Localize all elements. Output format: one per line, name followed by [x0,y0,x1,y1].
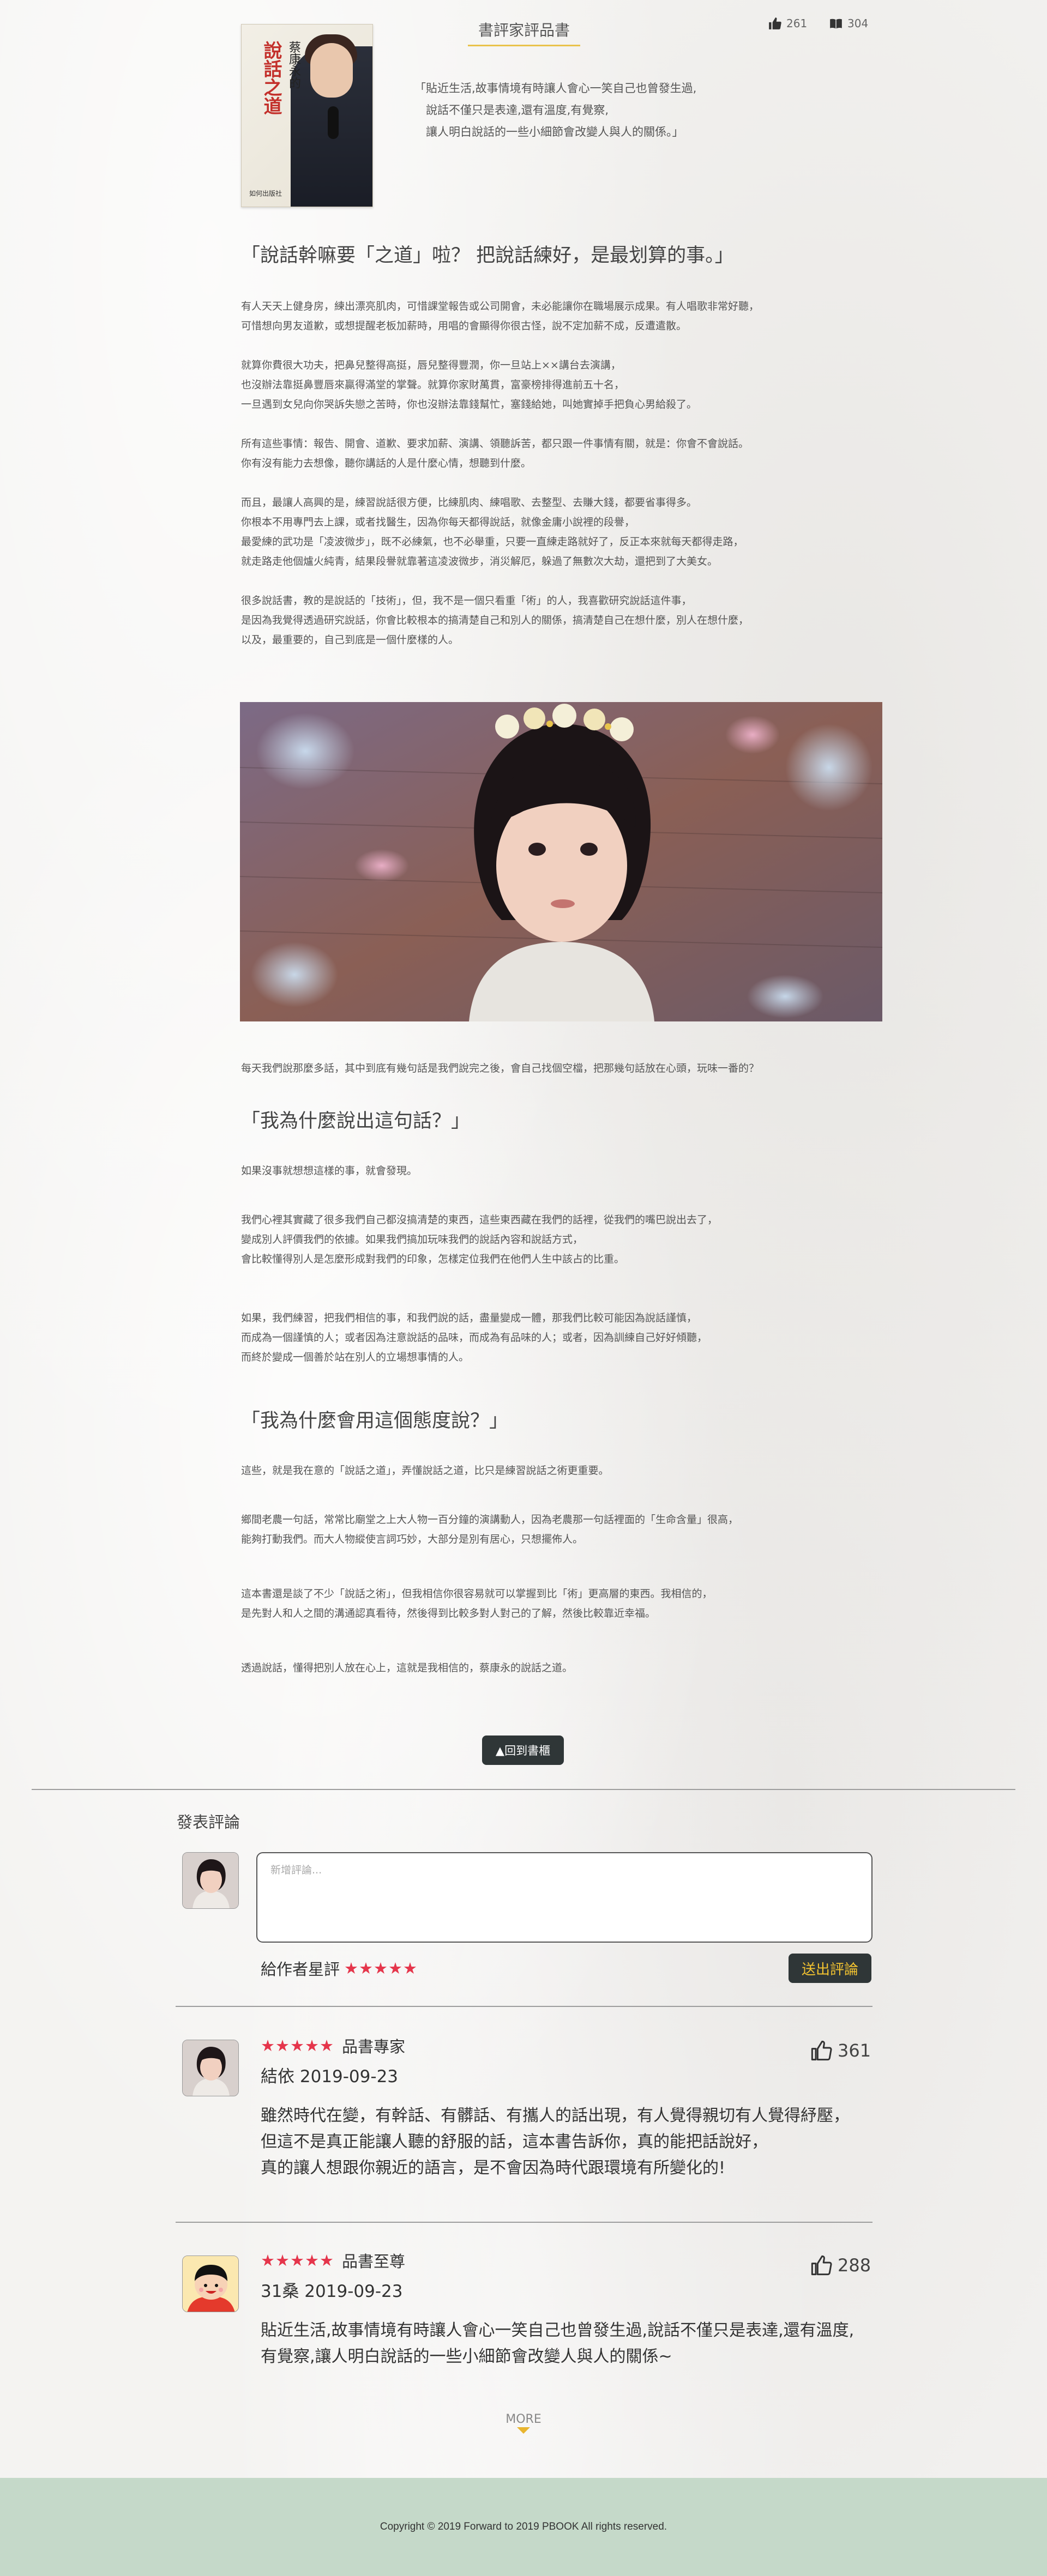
cartoon-avatar-icon [183,2256,238,2312]
microphone-icon [328,106,339,139]
article-paragraph: 這本書還是談了不少「說話之術」，但我相信你很容易就可以掌握到比「術」更高層的東西… [241,1588,713,1619]
comment-divider [176,2006,872,2007]
article-heading-1: 「說話幹嘛要「之道」啦？ 把說話練好，是最划算的事。」 [241,245,734,267]
girl-with-flower-crown-image [240,702,882,1021]
review-body: 雖然時代在變，有幹話、有髒話、有攜人的話出現，有人覺得親切有人覺得紓壓， 但這不… [261,2106,850,2178]
article-paragraph: 我們心裡其實藏了很多我們自己都沒搞清楚的東西，這些東西藏在我們的話裡，從我們的嘴… [241,1214,718,1265]
open-book-icon [830,19,842,29]
section-divider [32,1789,1015,1790]
cover-publisher: 如何出版社 [249,190,282,197]
reviewer-avatar [182,2255,239,2312]
article-heading-3: 「我為什麼會用這個態度說？」 [241,1410,509,1432]
article-paragraph: 鄉間老農一句話，常常比廟堂之上大人物一百分鐘的演講動人，因為老農那一句話裡面的「… [241,1514,739,1545]
review-stars: ★★★★★ [261,2251,334,2270]
book-stat[interactable]: 304 [829,16,868,31]
article-photo [240,702,882,1021]
review-divider [176,2222,872,2223]
back-to-shelf-button[interactable]: ▲回到書櫃 [482,1736,564,1765]
like-count: 261 [786,17,808,30]
review-like-button[interactable]: 361 [810,2040,871,2061]
article-paragraph: 如果沒事就想想這樣的事，就會發現。 [241,1165,418,1177]
footer: Copyright © 2019 Forward to 2019 PBOOK A… [0,2478,1047,2576]
book-count: 304 [847,17,869,30]
like-stat[interactable]: 261 [768,16,807,31]
review-header: ★★★★★ 品書專家 [261,2034,405,2057]
article-paragraph: 透過說話，懂得把別人放在心上，這就是我相信的，蔡康永的說話之道。 [241,1662,573,1674]
rating-stars-input[interactable]: ★★★★★ [344,1959,418,1978]
thumbs-up-outline-icon [811,2040,832,2061]
comment-section-title: 發表評論 [177,1813,240,1831]
author-rating-row: 給作者星評 ★★★★★ [261,1957,418,1980]
review-meta: 31桑 2019-09-23 [261,2282,403,2301]
comment-input[interactable] [256,1852,872,1943]
thumbs-up-icon [769,17,781,29]
review-meta: 結依 2019-09-23 [261,2067,399,2087]
article-paragraph: 如果，我們練習，把我們相信的事，和我們說的話，盡量變成一體，那我們比較可能因為說… [241,1312,708,1363]
reviewer-badge: 品書專家 [342,2037,406,2056]
chevron-down-icon [517,2427,530,2434]
reviewer-badge: 品書至尊 [342,2252,406,2271]
article-paragraph: 所有這些事情：報告、開會、道歉、要求加薪、演講、領聽訴苦，都只跟一件事情有關，就… [241,438,749,469]
review-header: ★★★★★ 品書至尊 [261,2249,405,2272]
section-title: 書評家評品書 [468,19,580,46]
review-body: 貼近生活,故事情境有時讓人會心一笑自己也曾發生過,說話不僅只是表達,還有溫度, … [261,2321,855,2366]
cover-author: 蔡康永的 [287,41,300,89]
article-paragraph: 很多說話書，教的是說話的「技術」，但，我不是一個只看重「術」的人，我喜歡研究說話… [241,595,749,646]
intro-quote: 「貼近生活,故事情境有時讓人會心一笑自己也曾發生過, 說話不僅只是表達,還有溫度… [414,82,697,138]
article-paragraph: 而且，最讓人高興的是，練習說話很方便，比練肌肉、練唱歌、去整型、去賺大錢，都要省… [241,497,744,567]
article-paragraph: 有人天天上健身房，練出漂亮肌肉，可惜課堂報告或公司開會，未必能讓你在職場展示成果… [241,300,760,332]
more-button[interactable]: MORE [502,2412,545,2434]
more-label: MORE [506,2412,541,2426]
review-like-button[interactable]: 288 [810,2254,871,2276]
cover-face [310,43,353,98]
book-cover-image[interactable]: 說話之道 蔡康永的 如何出版社 [241,24,373,207]
copyright-text: Copyright © 2019 Forward to 2019 PBOOK A… [380,2521,667,2532]
cover-title: 說話之道 [260,41,282,115]
article-heading-2: 「我為什麼說出這句話？」 [241,1110,471,1132]
thumbs-up-outline-icon [811,2255,832,2276]
article-paragraph: 就算你費很大功夫，把鼻兒整得高挺，唇兒整得豐潤，你一旦站上××講台去演講， 也沒… [241,359,697,410]
rating-label: 給作者星評 [261,1960,340,1979]
reviewer-avatar [182,2040,239,2096]
review-stars: ★★★★★ [261,2036,334,2055]
photo-caption: 每天我們說那麼多話，其中到底有幾句話是我們說完之後，會自己找個空檔，把那幾句話放… [241,1062,760,1074]
review-like-count: 288 [838,2255,871,2276]
page: 說話之道 蔡康永的 如何出版社 書評家評品書 261 304 「貼近生活,故事情… [0,0,1047,2576]
review-like-count: 361 [838,2040,871,2061]
user-photo-icon [183,1853,238,1908]
current-user-avatar [182,1852,239,1909]
submit-comment-button[interactable]: 送出評論 [789,1954,871,1983]
reviewer-photo-icon [183,2040,238,2096]
article-paragraph: 這些，就是我在意的「說話之道」，弄懂說話之道，比只是練習說話之術更重要。 [241,1465,609,1477]
